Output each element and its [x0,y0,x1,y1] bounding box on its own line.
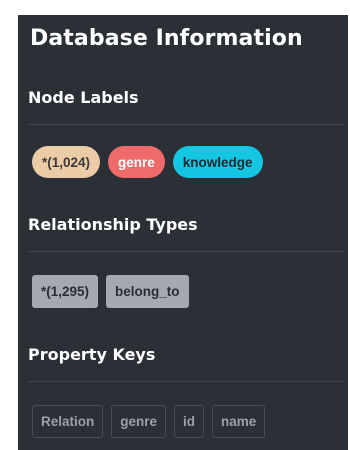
node-labels-heading: Node Labels [28,88,139,107]
node-label-genre[interactable]: genre [108,146,165,178]
relationship-type-all[interactable]: *(1,295) [32,275,99,308]
property-keys-divider [28,381,343,382]
node-labels-divider [28,124,343,125]
property-key-relation[interactable]: Relation [32,405,104,438]
relationship-types-list: *(1,295) belong_to [32,275,189,308]
property-keys-list: Relation genre id name [32,405,266,438]
property-key-name[interactable]: name [212,405,266,438]
relationship-types-heading: Relationship Types [28,215,198,234]
property-keys-heading: Property Keys [28,345,156,364]
panel-title: Database Information [30,26,303,51]
node-label-all[interactable]: *(1,024) [32,146,101,178]
relationship-types-divider [28,251,343,252]
relationship-type-belong-to[interactable]: belong_to [106,275,189,308]
node-labels-list: *(1,024) genre knowledge [32,146,263,178]
node-label-knowledge[interactable]: knowledge [172,146,263,178]
property-key-genre[interactable]: genre [111,405,167,438]
database-information-panel: Database Information Node Labels *(1,024… [18,15,348,450]
property-key-id[interactable]: id [174,405,205,438]
